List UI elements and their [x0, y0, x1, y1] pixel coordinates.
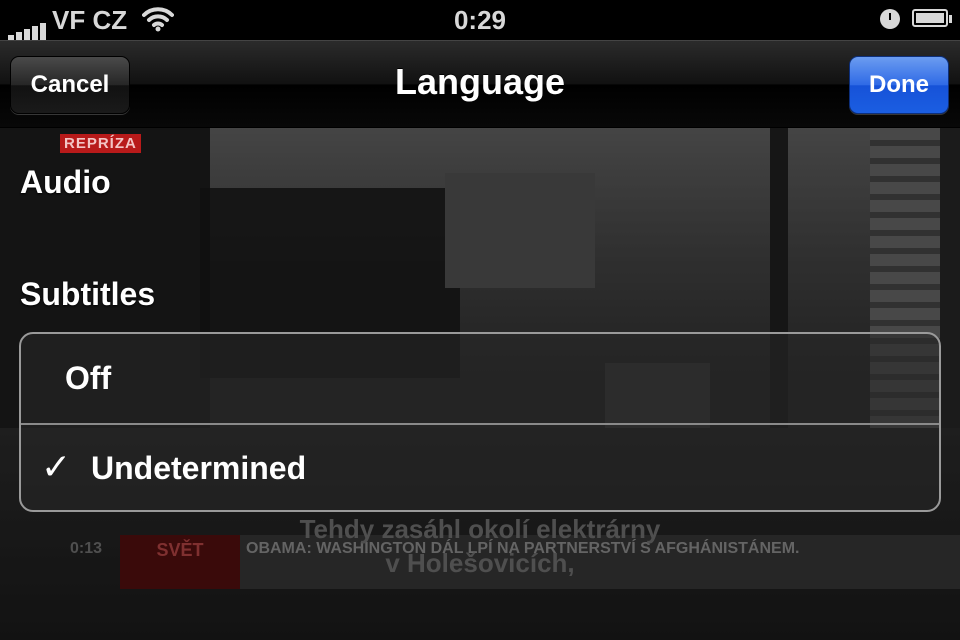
battery-icon	[912, 9, 952, 27]
subtitles-options-list: Off ✓ Undetermined	[19, 332, 941, 512]
subtitle-option-label: Undetermined	[91, 450, 307, 486]
alarm-clock-icon	[880, 9, 900, 29]
navigation-bar: Cancel Language Done	[0, 40, 960, 128]
subtitle-option-undetermined[interactable]: ✓ Undetermined	[21, 424, 939, 510]
done-button[interactable]: Done	[849, 56, 949, 114]
checkmark-icon: ✓	[41, 446, 72, 487]
page-title: Language	[394, 61, 565, 102]
status-time: 0:29	[453, 5, 507, 35]
status-bar: VF CZ 0:29	[0, 0, 960, 41]
audio-section-header: Audio	[20, 164, 111, 200]
subtitles-section-header: Subtitles	[20, 276, 156, 312]
repriza-badge: REPRÍZA	[60, 134, 141, 153]
subtitle-option-label: Off	[65, 360, 112, 396]
subtitle-option-off[interactable]: Off	[21, 334, 939, 425]
